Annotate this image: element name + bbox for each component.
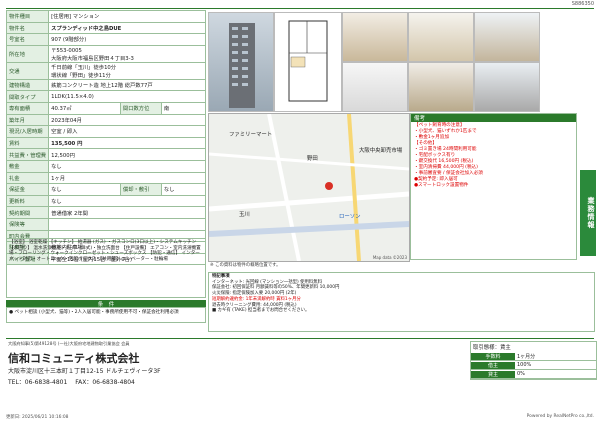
layout-value: 1LDK(11.5×4.0) (48, 90, 206, 103)
deposit-value: なし (48, 159, 206, 173)
built-label: 築年月 (5, 113, 50, 127)
trade-row: 借主 100% (471, 361, 596, 370)
trade-value: 1ヶ月分 (517, 353, 536, 360)
map-note: ※ この資料は物件の概略位置です。 (210, 263, 281, 268)
address-cell: 〒553-0005 大阪府大阪市福島区野田４丁目3-3 (48, 44, 206, 63)
name-label: 物件名 (5, 21, 50, 35)
room-photo-5 (408, 62, 474, 112)
structure-value: 鉄筋コンクリート造 地上12階 総戸数77戸 (48, 78, 206, 92)
postal-code: 〒553-0005 (51, 47, 82, 54)
remarks-body: 【ペット飼育時の注意】 ・小型犬、猫いずれか1匹まで ・敷金1ヶ月追加 【その他… (411, 122, 576, 190)
room-value: 907 (9階部分) (48, 33, 206, 46)
map-copyright: Map data ©2023 (372, 255, 407, 260)
key-money-value: 1ヶ月 (48, 171, 206, 185)
insurance-value (48, 217, 206, 231)
rent-label: 賃料 (5, 136, 50, 150)
map-label-market: 大阪中央卸売市場 (359, 148, 403, 154)
guarantee-label: 保証金 (5, 183, 50, 196)
footer-divider (6, 338, 594, 339)
contract-label: 契約期間 (5, 206, 50, 219)
access-line-1: 千日前線「玉川」徒歩10分 (51, 64, 117, 71)
room-photo-2 (408, 12, 474, 62)
trade-box: 取引態様：賃主 手数料 1ヶ月分 借主 100% 貸主 0% (470, 341, 597, 380)
building-photo (208, 12, 274, 112)
notes-line: ■ カギ有 (TAKE) 担当者までお問合せください。 (212, 308, 310, 314)
access-label: 交通 (5, 61, 50, 80)
building-icon (229, 23, 255, 108)
trade-value: 0% (517, 371, 525, 377)
renewal-value: なし (48, 194, 206, 208)
status-value: 空室 / 即入 (48, 125, 206, 138)
type-value: [住居用] マンション (48, 10, 206, 23)
insurance-label: 保険等 (5, 217, 50, 231)
license-text: 大阪府知事(5)第49128号 (一社)大阪府宅地建物取引業協会 会員 (8, 341, 130, 346)
trade-value: 100% (517, 362, 532, 368)
remarks-box: 備考 【ペット飼育時の注意】 ・小型犬、猫いずれか1匹まで ・敷金1ヶ月追加 【… (410, 113, 577, 260)
room-photo-3 (474, 12, 540, 62)
area-value: 40.37㎡ (48, 101, 121, 115)
location-map[interactable]: 野田 玉川 大阪中央卸売市場 ローソン ファミリーマート Map data ©2… (208, 113, 410, 262)
trade-key: 貸主 (471, 370, 515, 378)
address-label: 所在地 (5, 44, 50, 63)
room-photo-6 (474, 62, 540, 112)
map-label-familymart: ファミリーマート (229, 132, 273, 138)
address-value: 大阪府大阪市福島区野田４丁目3-3 (51, 55, 134, 62)
guarantee-value: なし (48, 183, 121, 196)
room-label: 号室名 (5, 33, 50, 46)
layout-label: 間取タイプ (5, 90, 50, 103)
fee-value: 12,500円 (48, 148, 206, 161)
special-notes: 特記事項 インターネット: 光回線 (マンション一括型) 使用料無料 保証会社:… (208, 272, 595, 332)
map-label-lawson: ローソン (339, 214, 361, 220)
fee-label: 共益費・管理費 (5, 148, 50, 161)
company-tel: TEL：06-6838-4801 (8, 379, 68, 386)
floorplan-image (274, 12, 342, 112)
room-photo-4 (342, 62, 408, 112)
amortization-value: なし (160, 183, 207, 196)
aspect-value: 南 (160, 101, 207, 115)
remarks-line: ●スマートロック設置物件 (414, 182, 469, 188)
area-label: 専有面積 (5, 101, 50, 115)
room-photo-1 (342, 12, 408, 62)
floorplan-icon (288, 20, 328, 102)
key-money-label: 礼金 (5, 171, 50, 185)
trade-row: 手数料 1ヶ月分 (471, 352, 596, 361)
conditions-header: 条 件 (6, 300, 206, 308)
top-divider (6, 8, 594, 9)
status-label: 現況/入居時期 (5, 125, 50, 138)
aspect-label: 間口数方位 (119, 101, 162, 115)
business-info-tab: 業務情報 (580, 170, 596, 256)
map-pin-icon (325, 182, 333, 190)
rent-value: 135,500 円 (48, 136, 206, 150)
deposit-label: 敷金 (5, 159, 50, 173)
structure-label: 建物構造 (5, 78, 50, 92)
access-cell: 千日前線「玉川」徒歩10分 環状線「野田」徒歩11分 (48, 61, 206, 80)
footer-powered: Powered by RealNetPro co.,ltd. (526, 414, 594, 419)
company-fax: FAX：06-6838-4804 (75, 379, 135, 386)
trade-row: 貸主 0% (471, 370, 596, 379)
amortization-label: 償却・敷引 (119, 183, 162, 196)
trade-key: 借主 (471, 361, 515, 369)
access-line-2: 環状線「野田」徒歩11分 (51, 72, 111, 79)
company-name: 信和コミュニティ株式会社 (8, 352, 140, 365)
footer-updated: 更新日: 2025/06/21 10:16:08 (6, 415, 69, 420)
trade-key: 手数料 (471, 352, 515, 360)
company-phones: TEL：06-6838-4801 FAX：06-6838-4804 (8, 377, 135, 386)
remarks-header: 備考 (411, 114, 576, 122)
map-label-tamagawa: 玉川 (239, 212, 250, 218)
features-box: 【浴室】 浴室乾燥 【キッチン】 給湯器 (ガス) ・ガスコンロ(3口以上)・シ… (6, 238, 206, 298)
type-label: 物件種目 (5, 10, 50, 23)
property-table: 物件種目 [住居用] マンション 物件名 スプランディッド中之島DUE 号室名 … (5, 10, 207, 266)
conditions-box: ● ペット相談 (小型犬、猫等)・2人入居可能・事務所使用不可・保証会社利用必須 (6, 307, 206, 323)
trade-title: 取引態様：賃主 (473, 345, 511, 351)
contract-value: 普通借家 2年間 (48, 206, 206, 219)
renewal-label: 更新料 (5, 194, 50, 208)
company-address: 大阪市淀川区十三本町１丁目12-15 ドルチェヴィータ3F (8, 368, 161, 375)
sheet-code: S886350 (571, 1, 594, 7)
property-name: スプランディッド中之島DUE (48, 21, 206, 35)
built-value: 2023年04月 (48, 113, 206, 127)
map-label-noda: 野田 (307, 156, 318, 162)
